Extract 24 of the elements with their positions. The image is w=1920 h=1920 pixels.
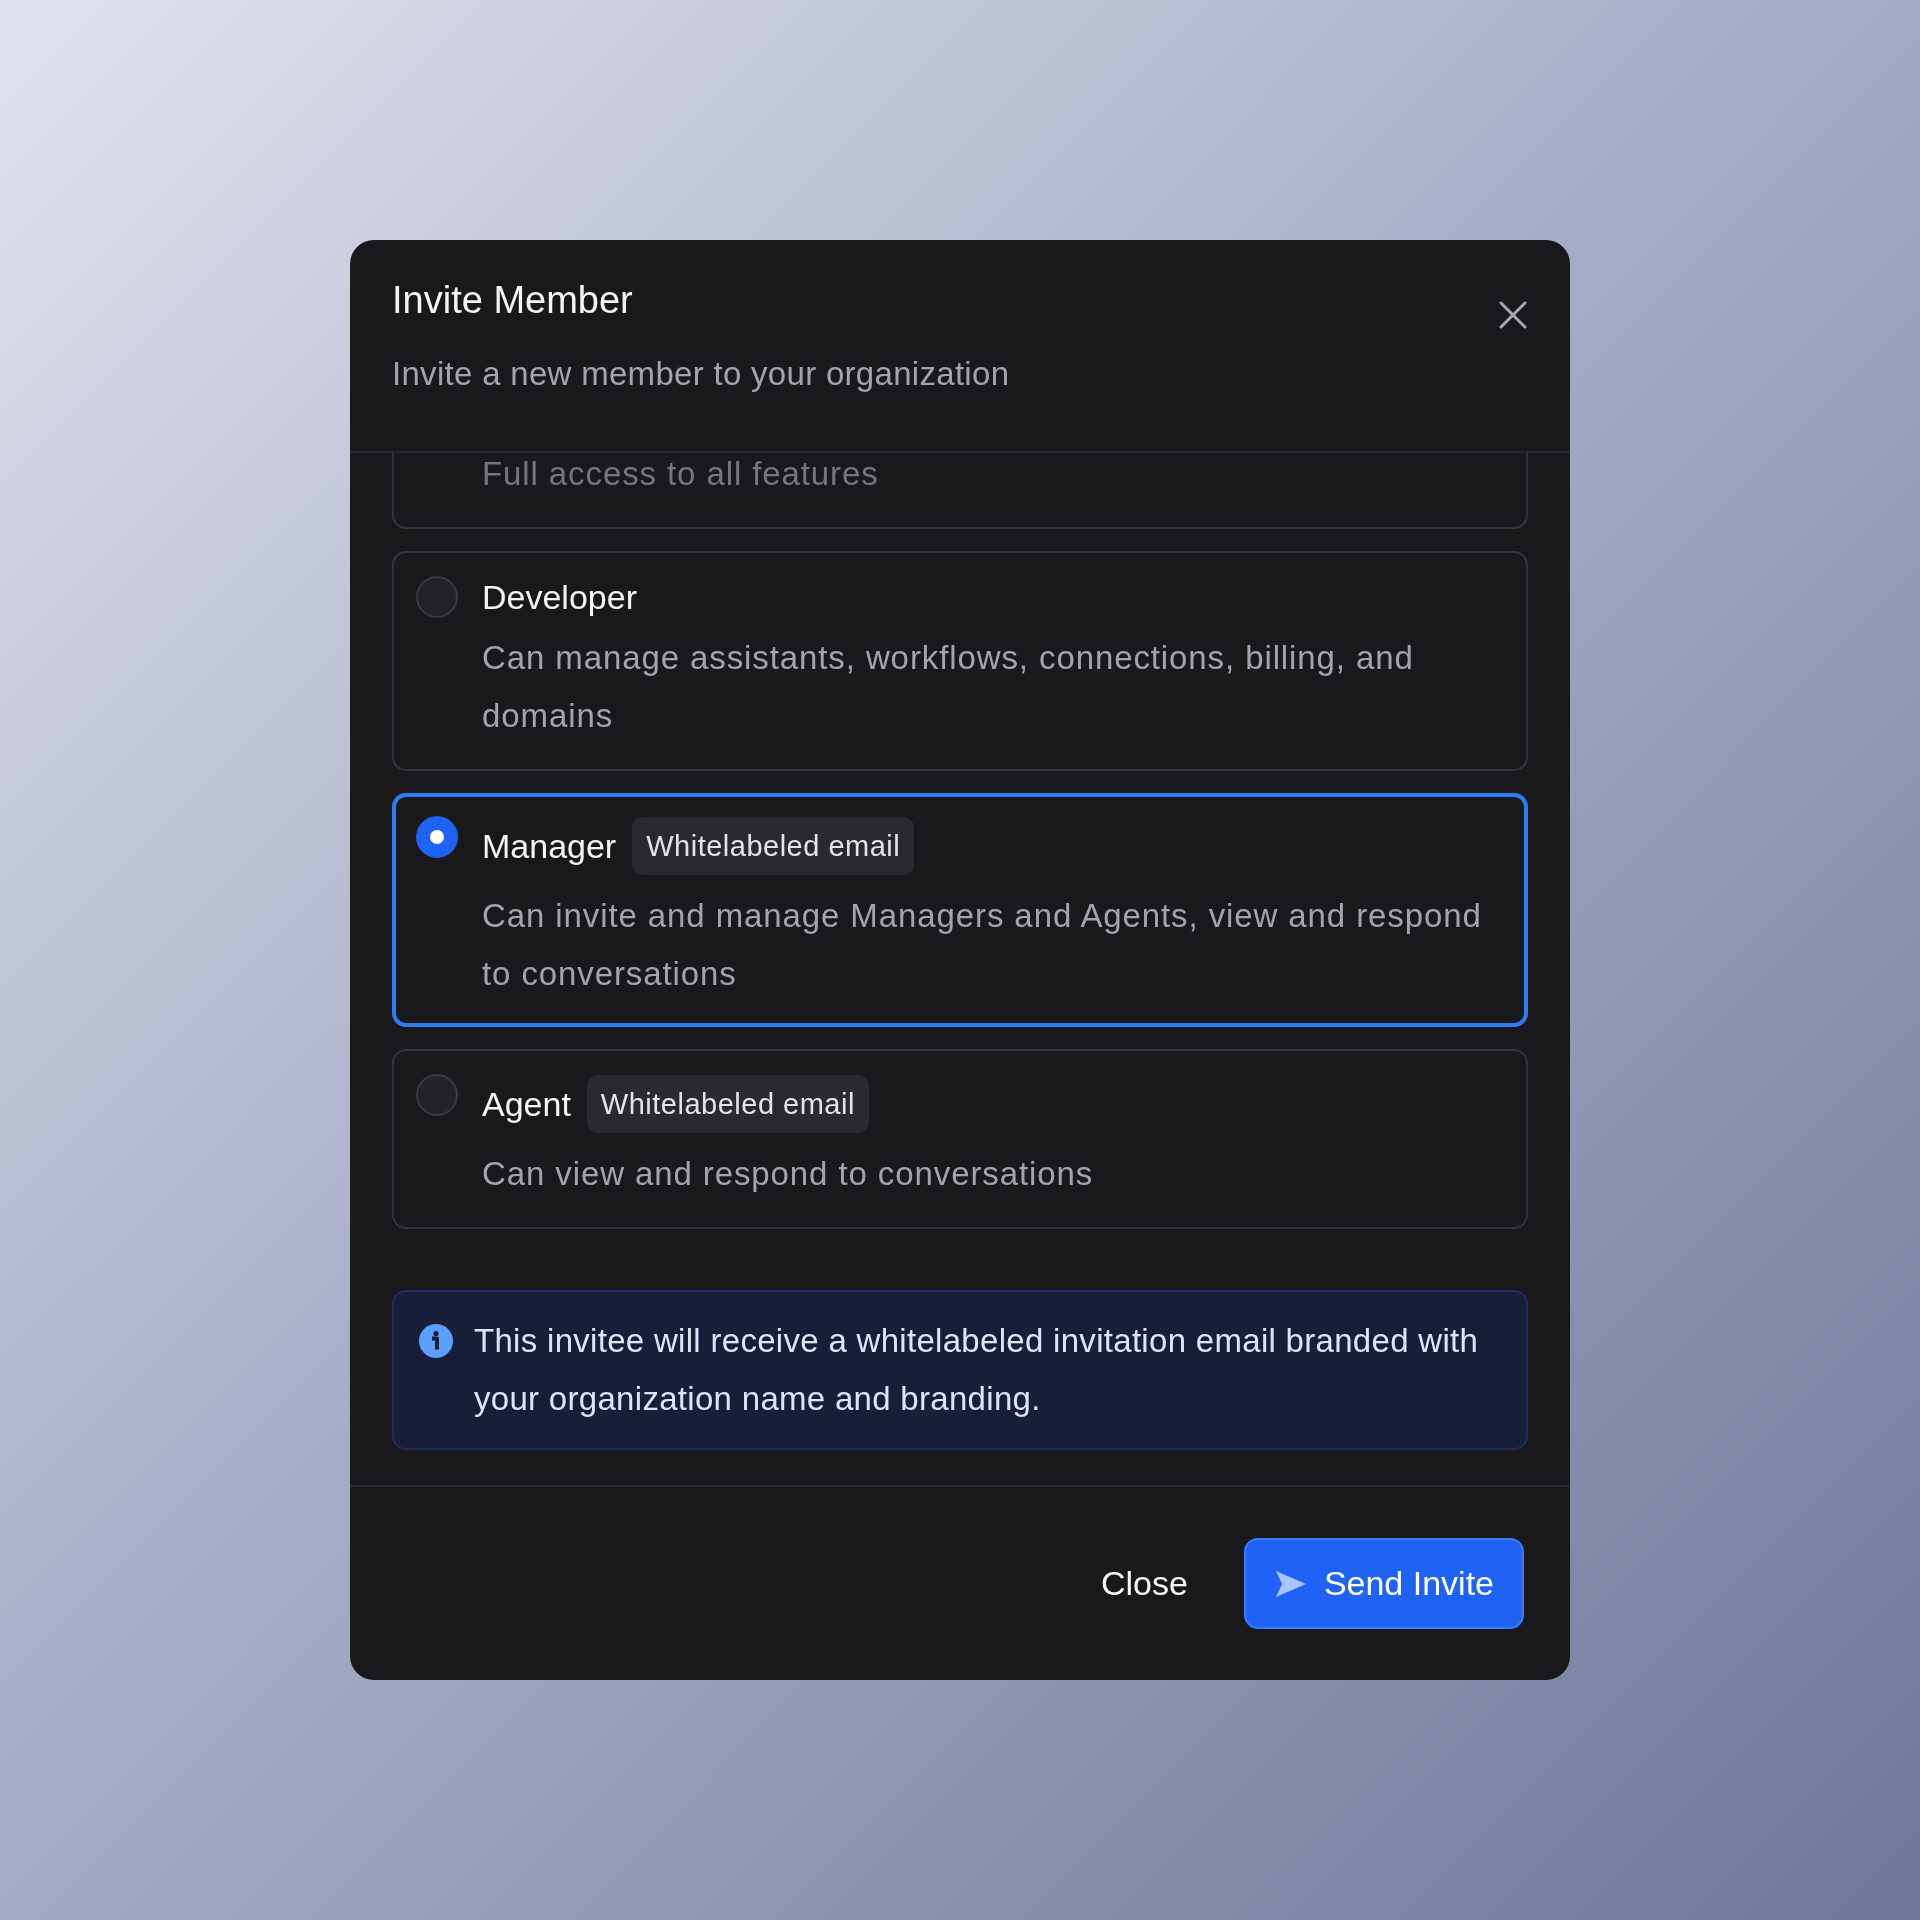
role-name: Manager xyxy=(482,826,617,866)
role-option[interactable]: Manager Whitelabeled email Can invite and manage Managers and Agents, view and respond to conversations xyxy=(392,793,1528,1027)
dialog-subtitle: Invite a new member to your organization xyxy=(392,354,1010,395)
role-option[interactable]: Developer Can manage assistants, workflows, connections, billing, and domains xyxy=(392,551,1528,771)
role-name: Developer xyxy=(482,577,637,617)
role-description: Can invite and manage Managers and Agents, view and respond to conversations xyxy=(482,896,1483,994)
role-description: Full access to all features xyxy=(482,454,880,494)
role-tag: Whitelabeled email xyxy=(586,1075,869,1133)
radio-button[interactable] xyxy=(416,816,458,858)
send-icon xyxy=(1273,1568,1308,1599)
radio-button[interactable] xyxy=(416,1074,458,1116)
close-icon xyxy=(1498,300,1528,330)
role-tag: Whitelabeled email xyxy=(632,817,915,875)
role-name: Agent xyxy=(482,1084,571,1124)
radio-button[interactable] xyxy=(416,576,458,618)
info-icon xyxy=(418,1323,454,1359)
role-option[interactable]: Full access to all features xyxy=(392,453,1528,529)
send-invite-button[interactable]: Send Invite xyxy=(1243,1538,1524,1629)
notice-text: This invitee will receive a whitelabeled invitation email branded with your organization name and branding. xyxy=(474,1321,1480,1419)
role-description: Can view and respond to conversations xyxy=(482,1154,1095,1194)
dialog-title: Invite Member xyxy=(392,278,634,323)
role-option[interactable]: Agent Whitelabeled email Can view and respond to conversations xyxy=(392,1049,1528,1229)
close-button[interactable]: Close xyxy=(1084,1540,1204,1627)
role-description: Can manage assistants, workflows, connections, billing, and domains xyxy=(482,638,1415,736)
